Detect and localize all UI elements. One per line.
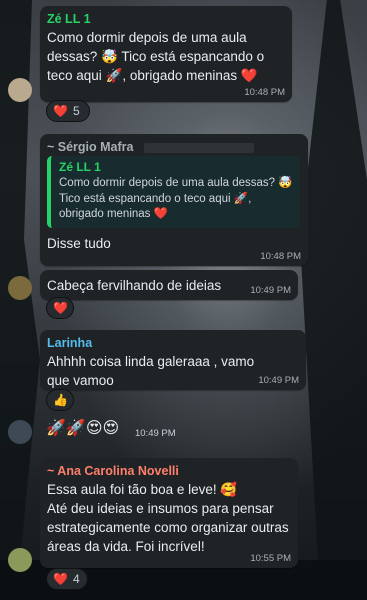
sender-name-text: ~ Sérgio Mafra (47, 140, 134, 154)
sender-name[interactable]: Larinha (47, 336, 298, 350)
reaction-count: 5 (72, 104, 80, 118)
message-bubble[interactable]: ~ Ana Carolina Novelli Essa aula foi tão… (40, 458, 298, 568)
quoted-sender: Zé LL 1 (59, 160, 101, 174)
message-bubble[interactable]: Zé LL 1 Como dormir depois de uma aula d… (40, 6, 292, 102)
message-text: 🚀🚀😍😍 (46, 420, 120, 437)
avatar[interactable] (8, 420, 32, 444)
message-time: 10:49 PM (250, 285, 291, 296)
sender-name[interactable]: Zé LL 1 (47, 12, 284, 26)
message-time: 10:48 PM (260, 251, 301, 262)
message-bubble[interactable]: Larinha Ahhhh coisa linda galeraaa , vam… (40, 330, 306, 390)
reaction-badge[interactable]: 👍 (46, 389, 74, 411)
avatar[interactable] (8, 78, 32, 102)
reaction-count: 4 (72, 572, 80, 586)
message-bubble[interactable]: ~ Sérgio Mafra Zé LL 1 Como dormir depoi… (40, 134, 308, 266)
message-bubble[interactable]: Cabeça fervilhando de ideias 10:49 PM (40, 270, 298, 300)
redacted-phone (143, 142, 254, 153)
avatar[interactable] (8, 276, 32, 300)
message-text: Essa aula foi tão boa e leve! 🥰 Até deu … (47, 482, 289, 554)
message-time: 10:55 PM (250, 553, 291, 564)
message-text: Ahhhh coisa linda galeraaa , vamo que va… (47, 354, 258, 388)
heart-icon: ❤️ (53, 572, 68, 586)
message-time: 10:49 PM (135, 428, 176, 439)
sender-name[interactable]: ~ Sérgio Mafra (47, 140, 300, 154)
thumbs-up-icon: 👍 (53, 393, 68, 407)
avatar[interactable] (8, 548, 32, 572)
emoji-message[interactable]: 🚀🚀😍😍 (46, 418, 119, 438)
reaction-badge[interactable]: ❤️ 4 (46, 568, 88, 590)
reaction-badge[interactable]: ❤️ 5 (46, 100, 90, 122)
reaction-badge[interactable]: ❤️ (46, 297, 74, 319)
heart-icon: ❤️ (53, 301, 68, 315)
message-time: 10:49 PM (258, 375, 299, 386)
message-text: Disse tudo (47, 235, 111, 251)
message-text: Como dormir depois de uma aula dessas? 🤯… (47, 30, 268, 83)
message-time: 10:48 PM (244, 87, 285, 98)
quoted-message[interactable]: Zé LL 1 Como dormir depois de uma aula d… (47, 156, 300, 228)
sender-name[interactable]: ~ Ana Carolina Novelli (47, 464, 290, 478)
heart-icon: ❤️ (53, 104, 68, 118)
quoted-text: Como dormir depois de uma aula dessas? 🤯… (59, 177, 293, 220)
